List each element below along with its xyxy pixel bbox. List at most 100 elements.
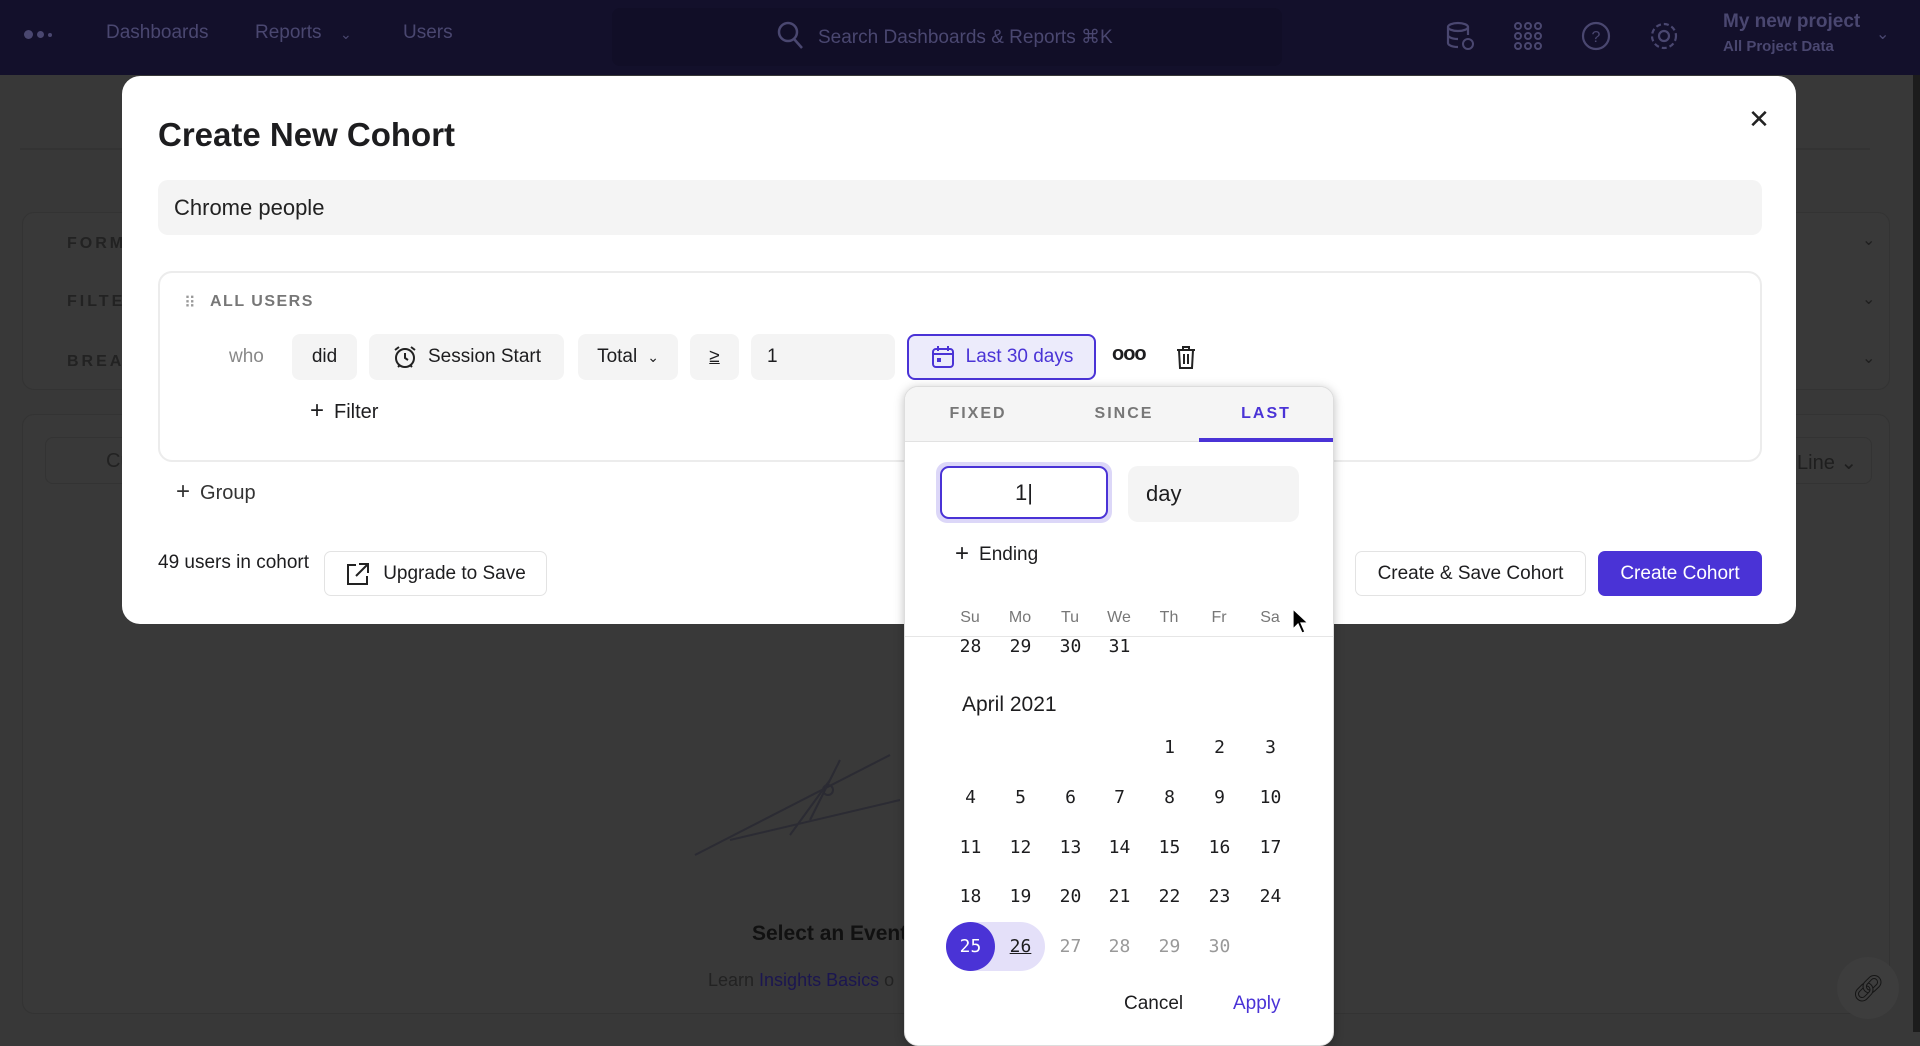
link-icon[interactable]: 🔗︎ [1837,957,1899,1019]
calendar-day[interactable]: 20 [1046,872,1095,921]
apply-button[interactable]: Apply [1233,993,1281,1015]
calendar-day[interactable]: 23 [1195,872,1244,921]
create-label: Create Cohort [1620,562,1740,584]
weekday-th: Th [1159,609,1179,626]
external-link-icon [347,562,370,585]
chevron-down-icon[interactable]: ⌄ [1862,348,1875,368]
calendar-day[interactable]: 3 [1246,723,1295,772]
date-mode-tabs: FIXED SINCE LAST [905,387,1333,442]
database-icon[interactable] [1444,20,1476,52]
weekday-fr: Fr [1211,609,1227,626]
close-icon[interactable]: ✕ [1742,102,1776,136]
calendar-day[interactable]: 8 [1145,773,1194,822]
active-tab-indicator [1199,438,1333,442]
add-group-button[interactable]: + Group [176,480,256,505]
apps-grid-icon[interactable] [1512,20,1544,52]
calendar-day[interactable]: 5 [996,773,1045,822]
count-input[interactable]: 1 [751,334,895,380]
calendar-day[interactable]: 16 [1195,823,1244,872]
month-label: April 2021 [962,693,1057,716]
create-save-cohort-button[interactable]: Create & Save Cohort [1355,551,1586,596]
alarm-clock-icon [394,346,416,368]
calendar-day[interactable]: 6 [1046,773,1095,822]
add-filter-button[interactable]: + Filter [310,399,378,424]
calendar-day[interactable]: 9 [1195,773,1244,822]
create-save-label: Create & Save Cohort [1377,562,1564,584]
calendar-day[interactable]: 19 [996,872,1045,921]
calendar-day[interactable]: 17 [1246,823,1295,872]
calendar-day[interactable]: 11 [946,823,995,872]
event-label: Session Start [428,346,541,367]
group-label: ALL USERS [210,293,314,310]
add-ending-label: Ending [979,544,1039,565]
settings-icon[interactable] [1648,20,1680,52]
project-subtitle: All Project Data [1723,38,1834,55]
create-cohort-button[interactable]: Create Cohort [1598,551,1762,596]
calendar-day[interactable]: 1 [1145,723,1194,772]
calendar-day[interactable]: 13 [1046,823,1095,872]
nav-reports[interactable]: Reports [255,22,322,44]
nav-users[interactable]: Users [403,22,453,44]
plus-icon: + [955,540,970,567]
chevron-down-icon[interactable]: ⌄ [1862,289,1875,309]
svg-text:?: ? [1592,29,1601,46]
upgrade-label: Upgrade to Save [383,562,526,584]
calendar-day[interactable]: 21 [1095,872,1144,921]
aggregation-select[interactable]: Total ⌄ [578,334,678,380]
calendar-day[interactable]: 15 [1145,823,1194,872]
did-select[interactable]: did [292,334,357,380]
calendar-day[interactable]: 22 [1145,872,1194,921]
logo-icon[interactable] [24,30,52,39]
drag-handle-icon[interactable]: ⠿ [184,293,197,313]
calendar-day[interactable]: 18 [946,872,995,921]
mouse-cursor-icon [1292,608,1310,634]
calendar-day[interactable]: 2 [1195,723,1244,772]
last-value: 1 [1015,480,1028,505]
insights-basics-link[interactable]: Insights Basics [759,970,879,991]
cohort-name-input[interactable] [158,180,1762,235]
upgrade-to-save-button[interactable]: Upgrade to Save [324,551,547,596]
add-group-label: Group [200,482,256,504]
calendar-day-prev-month[interactable]: 29 [996,622,1045,671]
search-icon [777,21,803,49]
date-picker-popup: FIXED SINCE LAST 1| day + Ending Su Mo Tu We… [904,386,1334,1046]
add-ending-button[interactable]: + Ending [955,540,1039,567]
tab-last[interactable]: LAST [1241,405,1291,423]
chevron-down-icon: ⌄ [647,348,659,365]
chevron-down-icon[interactable]: ⌄ [1862,230,1875,250]
calendar-day[interactable]: 24 [1246,872,1295,921]
tab-since[interactable]: SINCE [1095,405,1154,423]
trash-icon[interactable] [1174,344,1198,370]
event-select[interactable]: Session Start [369,334,564,380]
date-range-select[interactable]: Last 30 days [907,334,1096,380]
date-range-label: Last 30 days [965,346,1074,367]
calendar-day[interactable]: 12 [996,823,1045,872]
search-bar[interactable]: Search Dashboards & Reports ⌘K [612,8,1282,66]
unit-label: day [1146,481,1182,506]
project-name[interactable]: My new project [1723,11,1860,33]
operator-select[interactable]: ≥ [690,334,739,380]
calendar-day-today[interactable]: 26 [996,922,1045,971]
cancel-button[interactable]: Cancel [1124,993,1183,1015]
tab-fixed[interactable]: FIXED [949,405,1006,423]
calendar-day: 29 [1158,936,1181,957]
chevron-down-icon[interactable]: ⌄ [1876,24,1889,44]
who-label: who [229,346,264,367]
help-icon[interactable]: ? [1580,20,1612,52]
calendar-day[interactable]: 14 [1095,823,1144,872]
calendar-day[interactable]: 10 [1246,773,1295,822]
calendar-day[interactable]: 4 [946,773,995,822]
calendar-day-prev-month[interactable]: 31 [1095,622,1144,671]
calendar-day[interactable]: 7 [1095,773,1144,822]
unit-select[interactable]: day [1128,466,1299,522]
nav-dashboards[interactable]: Dashboards [106,22,208,44]
calendar-day-selected[interactable]: 25 [946,922,995,971]
learn-text: Learn [708,970,755,990]
more-options-icon[interactable]: ooo [1112,343,1147,366]
calendar-day-prev-month[interactable]: 28 [946,622,995,671]
calendar-day: 30 [1208,936,1231,957]
last-value-input[interactable]: 1| [936,462,1112,523]
calendar-day-prev-month[interactable]: 30 [1046,622,1095,671]
top-nav: Dashboards Reports ⌄ Users Search Dashbo… [0,0,1920,75]
scrollbar[interactable] [1913,75,1920,1032]
